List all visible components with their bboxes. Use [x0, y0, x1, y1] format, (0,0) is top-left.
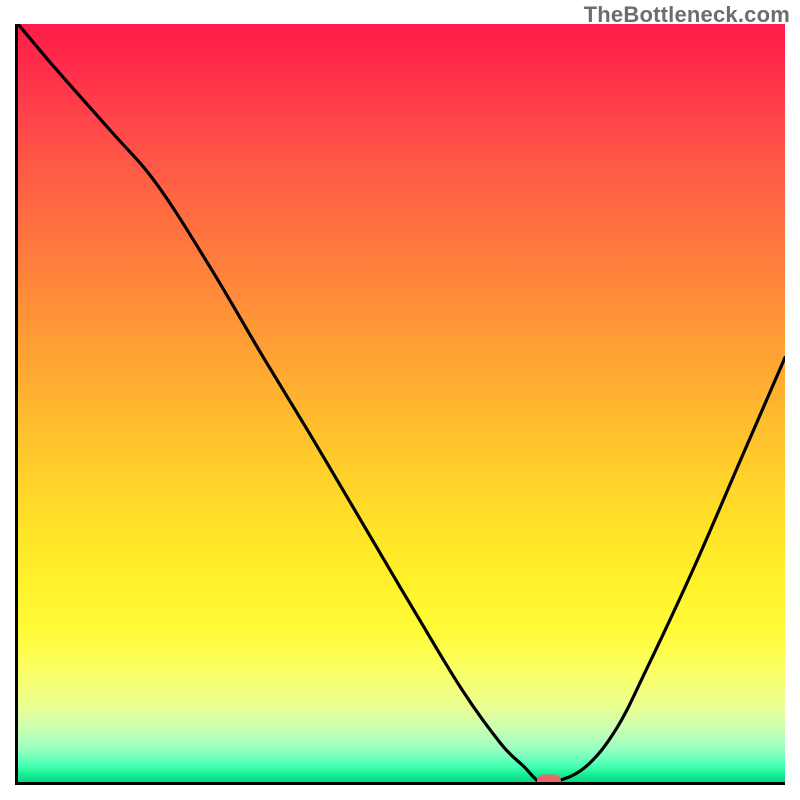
- chart-container: TheBottleneck.com: [0, 0, 800, 800]
- bottleneck-curve: [18, 24, 785, 782]
- plot-area: [15, 24, 785, 785]
- optimum-marker: [537, 775, 561, 786]
